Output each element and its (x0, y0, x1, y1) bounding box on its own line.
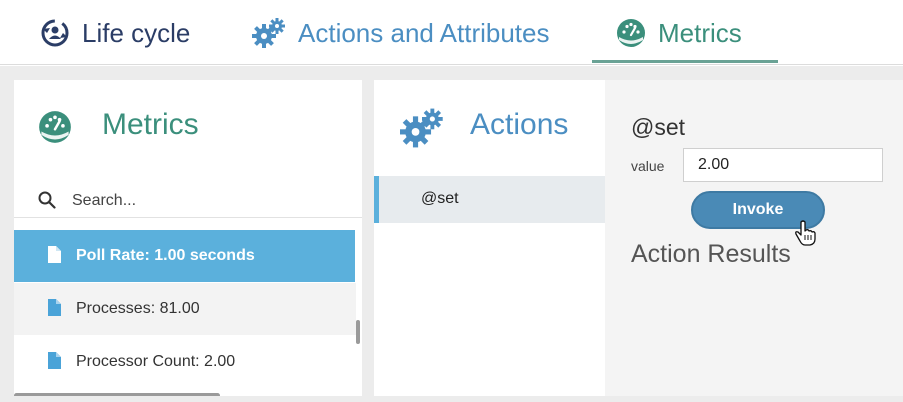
gears-icon (400, 108, 444, 153)
action-label: @set (421, 190, 459, 207)
metrics-panel-header: Metrics (14, 80, 362, 172)
document-icon (48, 352, 61, 374)
value-label: value (631, 158, 665, 174)
search-icon (38, 191, 56, 214)
actions-panel-title: Actions (470, 108, 569, 141)
search-input[interactable] (70, 188, 344, 214)
tab-metrics[interactable]: Metrics (596, 0, 780, 66)
value-input[interactable] (683, 148, 883, 182)
metric-label: Processor Count: 2.00 (76, 353, 236, 370)
actions-panel: Actions @set (374, 80, 605, 396)
action-detail-panel: @set value Invoke Action Results (605, 80, 903, 396)
divider (0, 64, 903, 65)
metrics-panel-title: Metrics (102, 108, 199, 141)
action-title: @set (631, 114, 686, 140)
metric-label: Poll Rate: 1.00 seconds (76, 247, 255, 264)
document-icon (48, 299, 61, 321)
tab-actions-and-attributes[interactable]: Actions and Attributes (252, 0, 549, 66)
lifecycle-icon (40, 18, 70, 48)
tab-label: Metrics (658, 17, 742, 48)
action-item-set[interactable]: @set (374, 176, 605, 223)
metrics-panel: Metrics Poll Rate: 1.00 seconds Processe… (14, 80, 362, 396)
gauge-icon (616, 18, 646, 48)
gauge-icon (38, 110, 72, 149)
hand-cursor-icon (795, 220, 817, 251)
metric-item-poll-rate[interactable]: Poll Rate: 1.00 seconds (14, 230, 355, 282)
metrics-search (14, 182, 362, 218)
metric-item-processes[interactable]: Processes: 81.00 (14, 283, 356, 335)
tab-label: Life cycle (82, 17, 191, 48)
active-tab-indicator (592, 60, 778, 63)
tab-bar: Life cycle Actions and Attributes Metric… (0, 0, 903, 66)
gears-icon (252, 18, 286, 48)
vertical-scrollbar[interactable] (356, 320, 360, 344)
tab-lifecycle[interactable]: Life cycle (40, 0, 190, 66)
document-icon (48, 246, 61, 268)
metric-item-processor-count[interactable]: Processor Count: 2.00 (14, 336, 356, 388)
horizontal-scrollbar[interactable] (14, 393, 220, 396)
action-results-title: Action Results (631, 240, 791, 268)
tab-label: Actions and Attributes (298, 17, 550, 48)
metric-label: Processes: 81.00 (76, 300, 200, 317)
